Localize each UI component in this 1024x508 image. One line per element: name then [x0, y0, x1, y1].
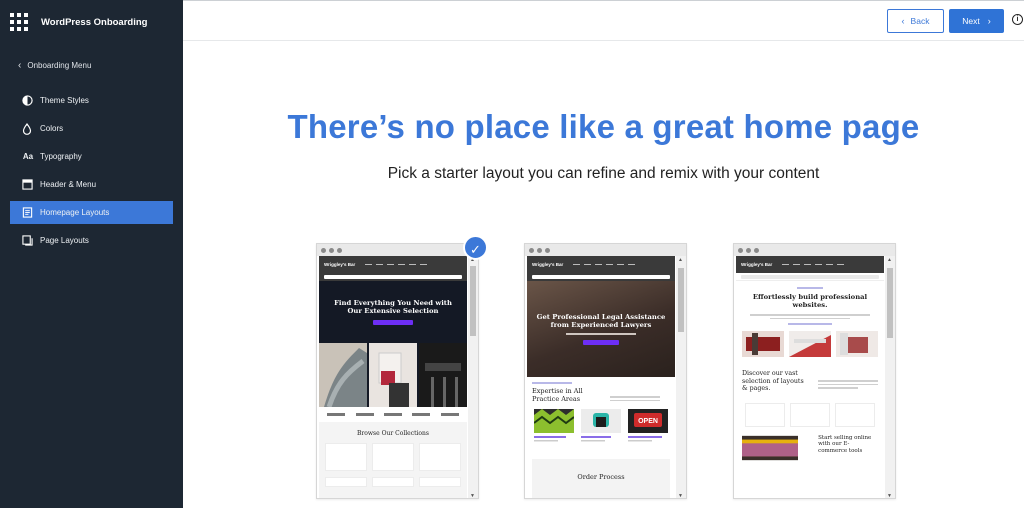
- preview-section-title-2: Order Process: [577, 473, 625, 481]
- browser-chrome: [734, 244, 895, 256]
- sidebar-item-label: Typography: [40, 152, 82, 161]
- apps-grid-icon[interactable]: [10, 13, 28, 31]
- next-button[interactable]: Next ›: [949, 9, 1004, 33]
- layout-header-icon: [21, 179, 33, 191]
- sidebar-item-page-layouts[interactable]: Page Layouts: [10, 229, 173, 252]
- preview-section-title: Discover our vast selection of layouts &…: [742, 370, 804, 392]
- document-icon: [21, 207, 33, 219]
- preview-brand: Wriggley's Bar: [324, 262, 356, 267]
- scroll-up-arrow-icon[interactable]: ▲: [678, 257, 683, 263]
- scroll-down-arrow-icon[interactable]: ▼: [887, 493, 892, 498]
- back-button[interactable]: ‹ Back: [887, 9, 944, 33]
- preview-section-title-2: Start selling online with our E-commerce…: [818, 434, 872, 454]
- page-title: There’s no place like a great home page: [287, 108, 920, 145]
- preview-brand: Wriggley's Bar: [741, 262, 773, 267]
- preview-open-sign: OPEN: [638, 418, 658, 425]
- sidebar-item-colors[interactable]: Colors: [10, 117, 173, 140]
- layout-card-1[interactable]: Wriggley's Bar Find Everything You Need …: [316, 243, 479, 499]
- preview-feature-images: OPEN: [527, 403, 675, 449]
- preview-nav: Wriggley's Bar: [736, 256, 884, 273]
- preview-scrollbar[interactable]: ▲ ▼: [468, 256, 478, 498]
- back-link-label: Onboarding Menu: [27, 60, 92, 70]
- browser-chrome: [525, 244, 686, 256]
- sidebar-item-label: Theme Styles: [40, 96, 89, 105]
- main-content: There’s no place like a great home page …: [183, 41, 1024, 508]
- info-icon[interactable]: i: [1012, 14, 1023, 25]
- preview-image-row: [319, 343, 467, 407]
- onboarding-app: WordPress Onboarding ‹ Onboarding Menu T…: [0, 0, 1024, 508]
- preview-hero-title: Get Professional Legal Assistance from E…: [536, 313, 666, 329]
- half-circle-icon: [21, 95, 33, 107]
- sidebar-item-label: Page Layouts: [40, 236, 89, 245]
- sidebar-item-homepage-layouts[interactable]: Homepage Layouts: [10, 201, 173, 224]
- browser-chrome: [317, 244, 478, 256]
- chevron-left-icon: ‹: [901, 16, 905, 26]
- preview-section-title: Expertise in All Practice Areas: [532, 387, 583, 403]
- layout-preview: Wriggley's Bar Get Professional Legal As…: [527, 256, 675, 498]
- scroll-up-arrow-icon[interactable]: ▲: [887, 257, 892, 263]
- preview-nav: Wriggley's Bar: [319, 256, 467, 273]
- sidebar: WordPress Onboarding ‹ Onboarding Menu T…: [0, 0, 183, 508]
- preview-practice-section: Expertise in All Practice Areas: [527, 377, 675, 403]
- onboarding-menu-back-link[interactable]: ‹ Onboarding Menu: [0, 58, 183, 72]
- pages-icon: [21, 235, 33, 247]
- app-title: WordPress Onboarding: [41, 16, 148, 28]
- droplet-icon: [21, 122, 33, 135]
- sidebar-item-label: Header & Menu: [40, 180, 97, 189]
- layout-preview: Wriggley's Bar Effortlessly build profes…: [736, 256, 884, 498]
- chevron-right-icon: ›: [987, 16, 991, 26]
- next-button-label: Next: [962, 16, 980, 26]
- selected-check-icon: ✓: [463, 235, 488, 260]
- layout-preview: Wriggley's Bar Find Everything You Need …: [319, 256, 467, 498]
- scroll-down-arrow-icon[interactable]: ▼: [470, 493, 475, 498]
- preview-hero-title: Effortlessly build professional websites…: [752, 293, 868, 309]
- sidebar-item-header-menu[interactable]: Header & Menu: [10, 173, 173, 196]
- preview-scrollbar[interactable]: ▲ ▼: [676, 256, 686, 498]
- back-button-label: Back: [910, 16, 930, 26]
- chevron-left-icon: ‹: [18, 59, 22, 71]
- preview-image-row: [736, 331, 884, 362]
- preview-section-title: Browse Our Collections: [357, 430, 429, 437]
- top-toolbar: ‹ Back Next › i: [183, 0, 1024, 41]
- preview-scrollbar[interactable]: ▲ ▼: [885, 256, 895, 498]
- preview-hero: Get Professional Legal Assistance from E…: [527, 281, 675, 377]
- sidebar-menu: Theme Styles Colors Aa Typography Header…: [0, 89, 183, 252]
- sidebar-header: WordPress Onboarding: [0, 0, 183, 44]
- layout-card-2[interactable]: Wriggley's Bar Get Professional Legal As…: [524, 243, 687, 499]
- scroll-down-arrow-icon[interactable]: ▼: [678, 493, 683, 498]
- layout-card-3[interactable]: Wriggley's Bar Effortlessly build profes…: [733, 243, 896, 499]
- sidebar-item-label: Homepage Layouts: [40, 208, 110, 217]
- sidebar-item-typography[interactable]: Aa Typography: [10, 145, 173, 168]
- preview-collections: Browse Our Collections: [319, 422, 467, 498]
- preview-hero-title: Find Everything You Need with Our Extens…: [334, 299, 452, 315]
- typography-icon: Aa: [22, 152, 34, 161]
- preview-brand: Wriggley's Bar: [532, 262, 564, 267]
- preview-nav: Wriggley's Bar: [527, 256, 675, 273]
- sidebar-item-theme-styles[interactable]: Theme Styles: [10, 89, 173, 112]
- page-subtitle: Pick a starter layout you can refine and…: [387, 165, 820, 182]
- sidebar-item-label: Colors: [40, 124, 64, 133]
- preview-hero: Find Everything You Need with Our Extens…: [319, 281, 467, 343]
